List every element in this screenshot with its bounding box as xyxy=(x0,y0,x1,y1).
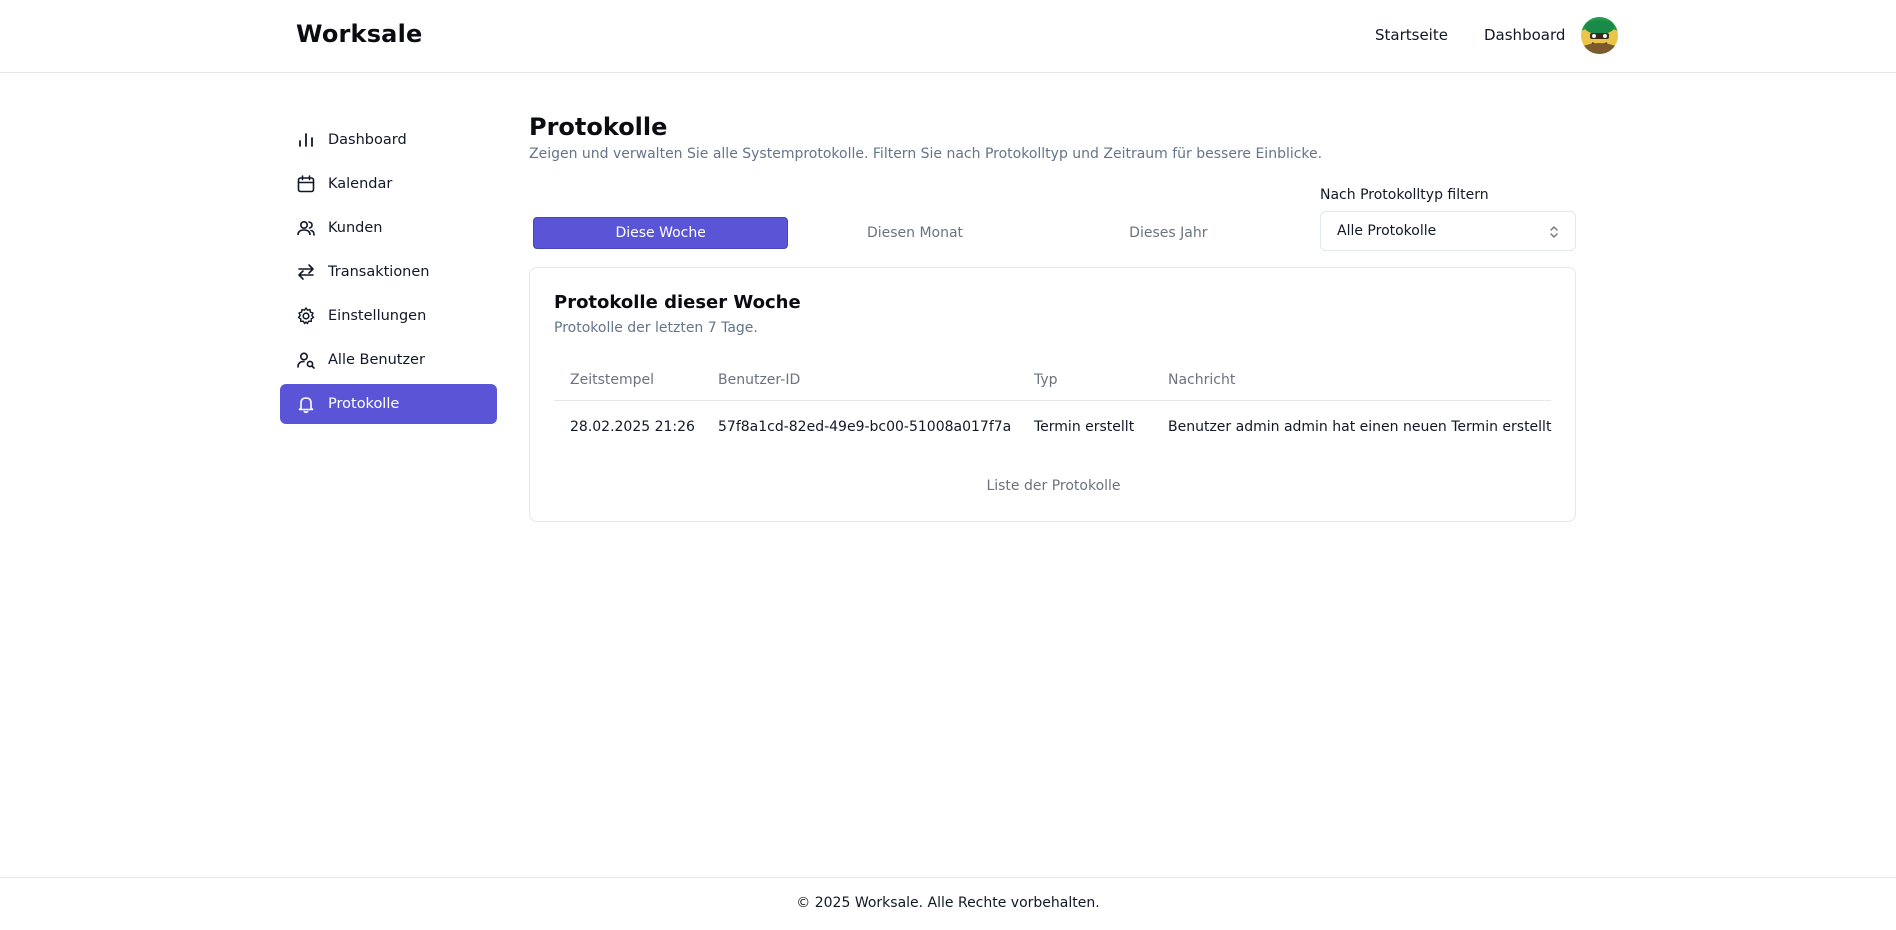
page-subtitle: Zeigen und verwalten Sie alle Systemprot… xyxy=(529,146,1323,162)
sidebar-item-label: Transaktionen xyxy=(328,264,430,280)
page-title: Protokolle xyxy=(529,113,668,141)
sidebar-item-dashboard[interactable]: Dashboard xyxy=(280,120,497,160)
tab-diesen-monat[interactable]: Diesen Monat xyxy=(788,217,1041,249)
user-avatar-icon[interactable] xyxy=(1581,17,1618,54)
sidebar-item-kunden[interactable]: Kunden xyxy=(280,208,497,248)
sidebar-item-protokolle[interactable]: Protokolle xyxy=(280,384,497,424)
logs-card: Protokolle dieser Woche Protokolle der l… xyxy=(529,267,1576,522)
column-header-zeitstempel: Zeitstempel xyxy=(570,372,655,388)
bell-icon xyxy=(296,394,316,414)
gear-icon xyxy=(296,306,316,326)
sidebar-item-label: Protokolle xyxy=(328,396,400,412)
sidebar-item-alle-benutzer[interactable]: Alle Benutzer xyxy=(280,340,497,380)
bar-chart-icon xyxy=(296,130,316,150)
footer: © 2025 Worksale. Alle Rechte vorbehalten… xyxy=(0,877,1896,930)
sidebar-item-label: Kalendar xyxy=(328,176,393,192)
nav-startseite-link[interactable]: Startseite xyxy=(1375,26,1448,44)
sidebar-item-kalendar[interactable]: Kalendar xyxy=(280,164,497,204)
cell-type: Termin erstellt xyxy=(1034,419,1135,435)
arrows-left-right-icon xyxy=(296,262,316,282)
tab-dieses-jahr[interactable]: Dieses Jahr xyxy=(1042,217,1295,249)
tab-diese-woche[interactable]: Diese Woche xyxy=(533,217,789,249)
column-header-typ: Typ xyxy=(1034,372,1058,388)
cell-timestamp: 28.02.2025 21:26 xyxy=(570,419,695,435)
brand-logo[interactable]: Worksale xyxy=(296,20,423,48)
filter-label: Nach Protokolltyp filtern xyxy=(1320,187,1489,203)
table-header: Zeitstempel Benutzer-ID Typ Nachricht xyxy=(554,360,1551,401)
sidebar-item-einstellungen[interactable]: Einstellungen xyxy=(280,296,497,336)
card-title: Protokolle dieser Woche xyxy=(554,292,801,313)
footer-copyright: © 2025 Worksale. Alle Rechte vorbehalten… xyxy=(796,895,1100,911)
sidebar-item-label: Einstellungen xyxy=(328,308,427,324)
cell-user-id: 57f8a1cd-82ed-49e9-bc00-51008a017f7a xyxy=(718,419,1012,435)
nav-dashboard-link[interactable]: Dashboard xyxy=(1484,26,1565,44)
chevron-up-down-icon xyxy=(1547,224,1561,240)
log-type-selected-value: Alle Protokolle xyxy=(1337,223,1437,239)
top-header: Worksale Startseite Dashboard xyxy=(0,0,1896,73)
sidebar-item-label: Dashboard xyxy=(328,132,407,148)
sidebar-nav: Dashboard Kalendar Kunden Transaktionen … xyxy=(280,120,497,428)
calendar-icon xyxy=(296,174,316,194)
column-header-benutzer-id: Benutzer-ID xyxy=(718,372,801,388)
table-row[interactable]: 28.02.2025 21:26 57f8a1cd-82ed-49e9-bc00… xyxy=(554,401,1551,453)
sidebar-item-transaktionen[interactable]: Transaktionen xyxy=(280,252,497,292)
users-icon xyxy=(296,218,316,238)
card-subtitle: Protokolle der letzten 7 Tage. xyxy=(554,320,758,336)
sidebar-item-label: Alle Benutzer xyxy=(328,352,425,368)
sidebar-item-label: Kunden xyxy=(328,220,383,236)
table-caption: Liste der Protokolle xyxy=(986,478,1121,494)
cell-message: Benutzer admin admin hat einen neuen Ter… xyxy=(1168,419,1552,435)
main-content: Protokolle Zeigen und verwalten Sie alle… xyxy=(529,113,1576,522)
column-header-nachricht: Nachricht xyxy=(1168,372,1236,388)
period-tabs: Diese Woche Diesen Monat Dieses Jahr xyxy=(529,214,1299,252)
logs-table: Zeitstempel Benutzer-ID Typ Nachricht 28… xyxy=(554,360,1551,453)
log-type-select[interactable]: Alle Protokolle xyxy=(1320,211,1576,251)
user-search-icon xyxy=(296,350,316,370)
